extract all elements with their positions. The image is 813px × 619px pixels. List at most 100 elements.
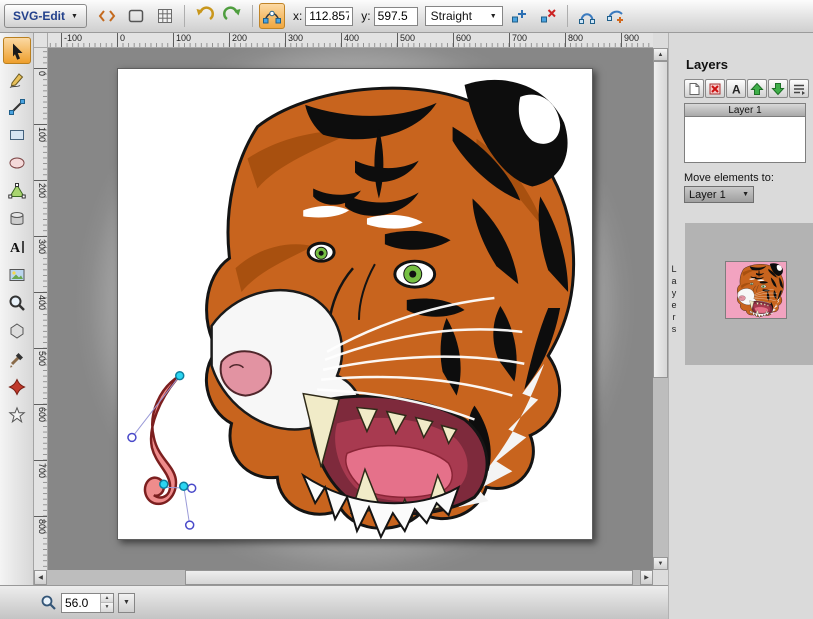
magnifier-icon [7,293,27,313]
ellipse-icon [7,153,27,173]
chevron-down-icon: ▼ [490,13,497,20]
zoom-tool-button[interactable] [3,289,31,316]
lower-layer-button[interactable] [768,79,788,98]
status-bar: ▲ ▼ ▼ [0,585,668,619]
move-to-layer-select[interactable]: Layer 1 ▼ [684,186,754,203]
wireframe-button[interactable] [123,3,149,29]
line-icon [7,97,27,117]
zoom-preset-dropdown-button[interactable]: ▼ [118,593,135,613]
open-path-button[interactable] [574,3,600,29]
right-sidebar: Layers Layers A Layer 1 [668,33,813,619]
rename-icon: A [728,81,744,97]
drawing-canvas[interactable] [117,68,593,540]
svg-text:A: A [10,241,21,256]
star-icon [7,405,27,425]
segment-type-select[interactable]: Straight ▼ [425,6,503,26]
horizontal-scrollbar-thumb[interactable] [185,570,633,585]
v-ruler-label: 0 [34,68,48,76]
layer-row-selected[interactable]: Layer 1 [684,103,806,117]
h-ruler-label: 800 [565,33,583,48]
h-ruler-label: 300 [285,33,303,48]
pencil-icon [7,69,27,89]
zoom-level-input[interactable] [62,594,100,612]
delete-layer-button[interactable] [705,79,725,98]
layer-buttons-row: A [684,79,809,98]
new-layer-button[interactable] [684,79,704,98]
h-ruler-label: 0 [117,33,125,48]
rename-layer-button[interactable]: A [726,79,746,98]
layer-more-button[interactable] [789,79,809,98]
redo-icon [223,6,243,26]
layers-panel-toggle[interactable]: Layers [669,246,679,354]
eyedropper-tool-button[interactable] [3,345,31,372]
x-coordinate-input[interactable] [305,7,353,26]
v-ruler-label: 300 [34,236,48,254]
scroll-down-button[interactable]: ▼ [653,557,668,570]
polygon-tool-button[interactable] [3,317,31,344]
add-node-icon [509,6,529,26]
path-node[interactable] [176,372,184,380]
h-ruler-label: 200 [229,33,247,48]
undo-button[interactable] [191,3,217,29]
raise-layer-button[interactable] [747,79,767,98]
scroll-up-button[interactable]: ▲ [653,48,668,61]
grid-icon [155,6,175,26]
link-control-points-button[interactable] [259,3,285,29]
image-tool-button[interactable] [3,261,31,288]
h-ruler-label: 700 [509,33,527,48]
v-ruler-label: 800 [34,516,48,534]
path-control-handle[interactable] [186,521,194,529]
chevron-down-icon: ▼ [71,13,78,20]
add-subpath-icon [606,6,626,26]
pencil-tool-button[interactable] [3,65,31,92]
ellipse-tool-button[interactable] [3,149,31,176]
path-icon [7,181,27,201]
layer-list[interactable]: Layer 1 [684,103,806,163]
scroll-right-button[interactable]: ▶ [640,570,653,585]
horizontal-scrollbar[interactable]: ◀ ▶ [34,570,653,585]
list-menu-icon [791,81,807,97]
vertical-scrollbar-thumb[interactable] [653,61,668,378]
scroll-left-button[interactable]: ◀ [34,570,47,585]
select-tool-button[interactable] [3,37,31,64]
text-tool-button[interactable]: A [3,233,31,260]
path-node[interactable] [160,480,168,488]
svg-text:A: A [732,82,741,96]
star-tool-button[interactable] [3,401,31,428]
shape-library-tool-button[interactable] [3,205,31,232]
workspace[interactable] [48,48,653,570]
zoom-level-field: ▲ ▼ [61,593,114,613]
move-to-layer-value: Layer 1 [689,189,726,201]
y-coordinate-input[interactable] [374,7,418,26]
path-edit-overlay[interactable] [128,372,196,529]
document-properties-button[interactable] [152,3,178,29]
path-node[interactable] [180,482,188,490]
zoom-decrease-button[interactable]: ▼ [101,602,113,612]
thumbnail-svg [726,262,786,318]
main-menu-button[interactable]: SVG-Edit ▼ [4,4,87,28]
path-control-handle[interactable] [128,433,136,441]
rectangle-tool-button[interactable] [3,121,31,148]
source-code-icon [97,6,117,26]
redo-button[interactable] [220,3,246,29]
path-control-handle[interactable] [188,484,196,492]
vertical-scrollbar[interactable]: ▲ ▼ [653,48,668,570]
toolbar-separator [567,5,568,27]
clone-node-button[interactable] [506,3,532,29]
path-tool-button[interactable] [3,177,31,204]
zoom-icon [40,594,57,611]
shapelib-star-button[interactable] [3,373,31,400]
path-nodes-icon [262,6,282,26]
undo-icon [194,6,214,26]
zoom-increase-button[interactable]: ▲ [101,594,113,603]
chevron-down-icon: ▼ [742,191,749,198]
add-subpath-button[interactable] [603,3,629,29]
h-ruler-label: 900 [621,33,639,48]
canvas-svg[interactable] [118,69,592,539]
edit-source-button[interactable] [94,3,120,29]
delete-node-button[interactable] [535,3,561,29]
selection-preview-panel [685,223,813,365]
layer-list-body[interactable] [684,117,806,163]
line-tool-button[interactable] [3,93,31,120]
selected-element-thumbnail[interactable] [725,261,787,319]
